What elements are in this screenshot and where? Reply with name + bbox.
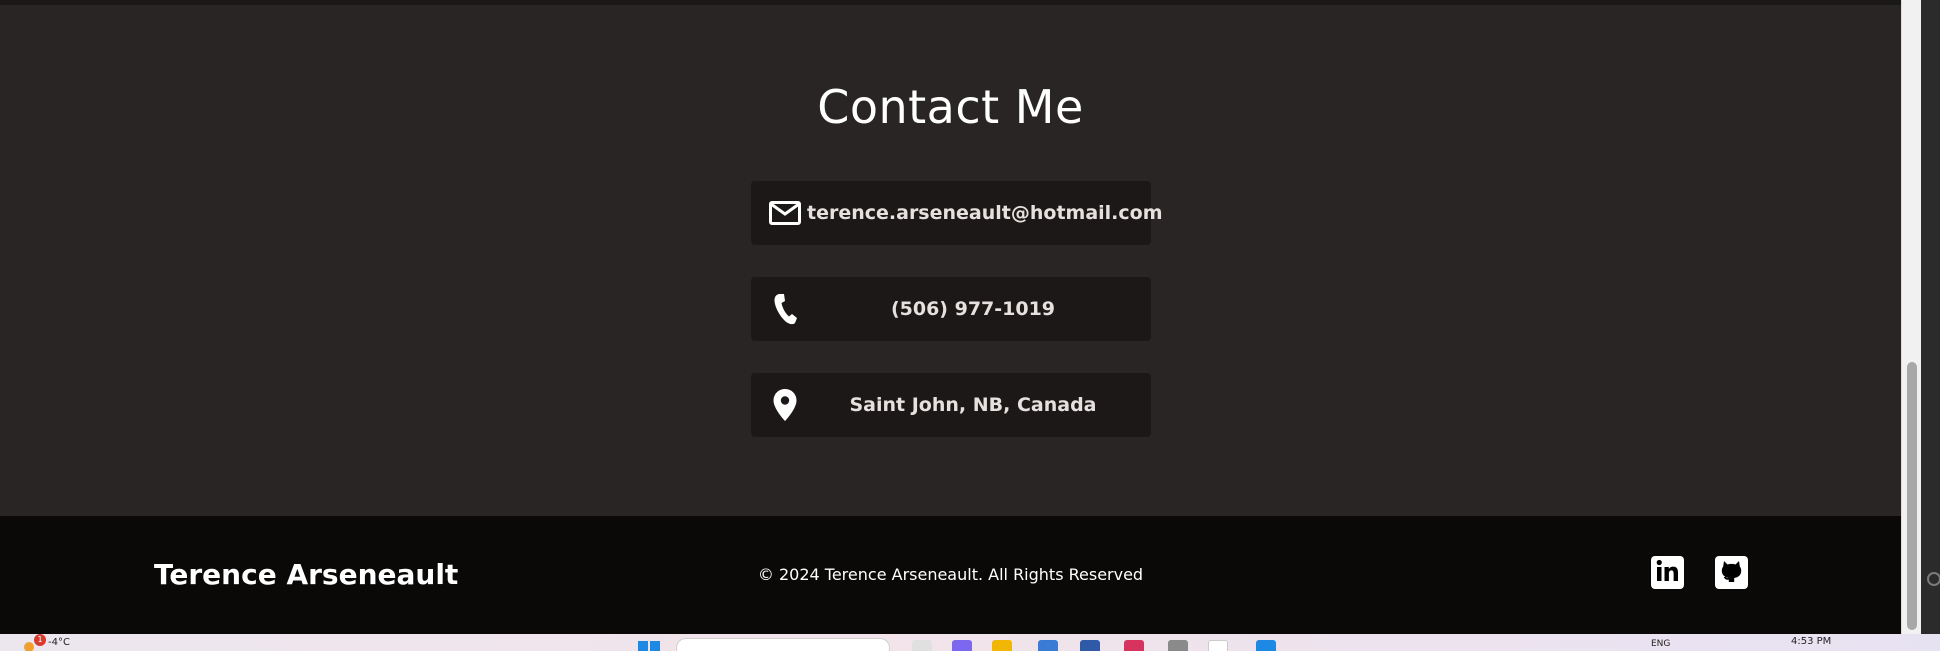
mail-icon (767, 195, 803, 231)
phone-card[interactable]: (506) 977-1019 (751, 277, 1151, 341)
folder-icon[interactable] (992, 640, 1012, 651)
taskbar-app-icon[interactable] (1256, 640, 1276, 651)
clock-text[interactable]: 4:53 PM (1791, 636, 1831, 647)
weather-icon[interactable] (24, 642, 34, 651)
notification-badge: 1 (34, 634, 46, 646)
page-scrollbar[interactable] (1901, 0, 1921, 634)
phone-icon (767, 291, 803, 327)
github-icon (1719, 558, 1744, 587)
location-card[interactable]: Saint John, NB, Canada (751, 373, 1151, 437)
taskbar-app-icon[interactable] (1038, 640, 1058, 651)
top-divider (0, 0, 1901, 5)
taskbar-app-icon[interactable] (1124, 640, 1144, 651)
taskbar-search[interactable] (676, 638, 890, 651)
location-label: Saint John, NB, Canada (849, 394, 1097, 416)
contact-title: Contact Me (817, 80, 1084, 134)
github-link[interactable] (1715, 556, 1748, 589)
scrollbar-thumb[interactable] (1907, 362, 1917, 630)
map-pin-icon (767, 387, 803, 423)
site-footer: Terence Arseneault © 2024 Terence Arsene… (0, 516, 1901, 634)
taskbar-app-icon[interactable] (952, 640, 972, 651)
phone-label: (506) 977-1019 (890, 298, 1056, 320)
taskbar-app-icon[interactable] (1208, 640, 1228, 651)
taskbar-app-icon[interactable] (1168, 640, 1188, 651)
taskbar-app-icon[interactable] (1080, 640, 1100, 651)
settings-icon[interactable] (1927, 572, 1940, 586)
email-label: terence.arseneault@hotmail.com (807, 202, 1163, 224)
start-icon[interactable] (638, 641, 660, 651)
linkedin-link[interactable] (1651, 556, 1684, 589)
email-card[interactable]: terence.arseneault@hotmail.com (751, 181, 1163, 245)
contact-page: Contact Me terence.arseneault@hotmail.co… (0, 0, 1901, 634)
temperature-text: -4°C (48, 637, 70, 648)
linkedin-icon (1655, 558, 1680, 587)
browser-side-panel (1921, 0, 1940, 634)
copyright-text: © 2024 Terence Arseneault. All Rights Re… (757, 565, 1144, 584)
taskbar-app-icon[interactable] (912, 640, 932, 651)
os-taskbar: 1 -4°C ENG 4:53 PM (0, 634, 1940, 651)
language-indicator[interactable]: ENG (1651, 639, 1670, 649)
